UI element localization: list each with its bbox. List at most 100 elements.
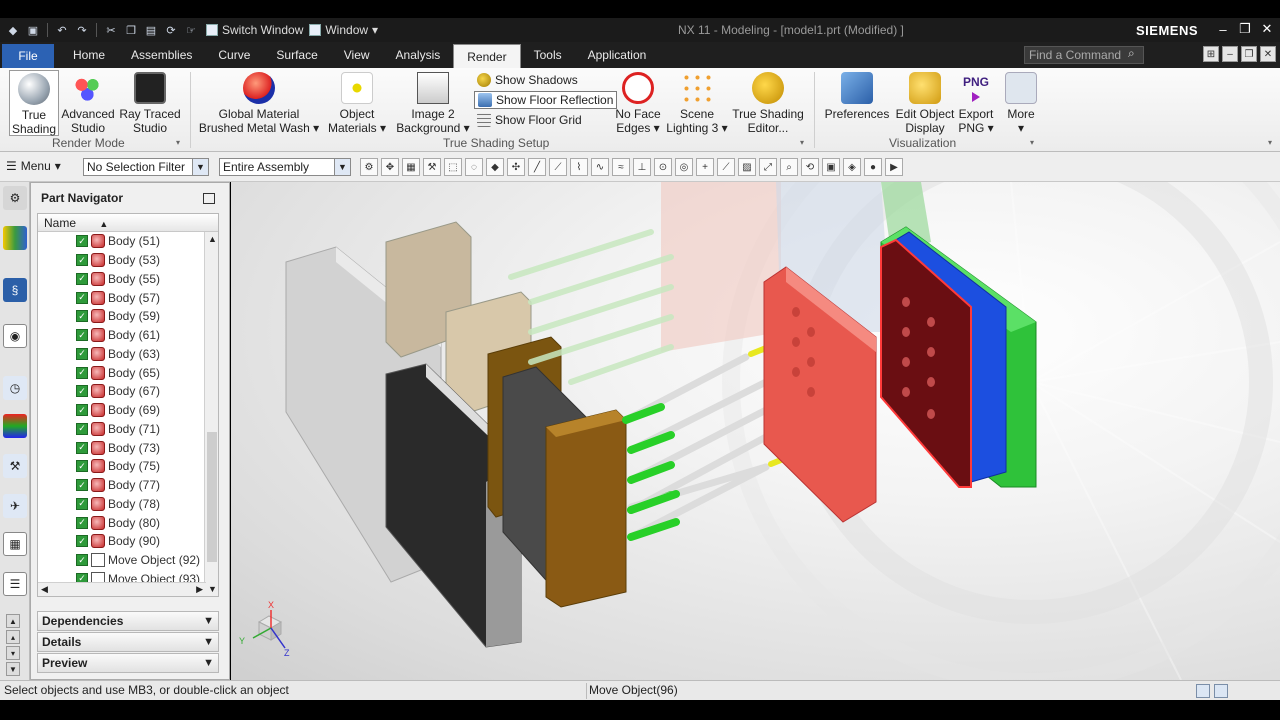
color-icon[interactable]: ●: [864, 158, 882, 176]
rotate-icon[interactable]: ⟲: [801, 158, 819, 176]
close-icon[interactable]: ✕: [1258, 20, 1276, 38]
scroll-right-icon[interactable]: ▶: [196, 584, 203, 595]
visibility-checkbox[interactable]: ✓: [76, 272, 88, 285]
feature-icon[interactable]: ⚒: [423, 158, 441, 176]
visibility-checkbox[interactable]: ✓: [76, 385, 88, 398]
control-point-icon[interactable]: ⌇: [570, 158, 588, 176]
save-icon[interactable]: ▣: [24, 22, 42, 38]
visibility-checkbox[interactable]: ✓: [76, 404, 88, 417]
tree-row[interactable]: ✓ Body (73): [38, 438, 218, 457]
redo-icon[interactable]: ↷: [73, 22, 91, 38]
tree-row[interactable]: ✓ Body (80): [38, 513, 218, 532]
export-png-button[interactable]: PNG Export PNG ▾: [956, 70, 996, 135]
tree-row[interactable]: ✓ Body (55): [38, 270, 218, 289]
render-style-icon[interactable]: ◈: [843, 158, 861, 176]
find-command-input[interactable]: Find a Command: [1024, 46, 1144, 64]
column-header-name[interactable]: Name ▲: [38, 214, 218, 232]
preview-panel[interactable]: Preview ▼: [37, 653, 219, 673]
tab-home[interactable]: Home: [60, 42, 118, 68]
visibility-checkbox[interactable]: ✓: [76, 347, 88, 360]
scroll-top-icon[interactable]: ▲: [6, 614, 20, 628]
tree-vertical-scrollbar[interactable]: ▲ ▼: [204, 232, 218, 596]
zoom-icon[interactable]: ⌕: [780, 158, 798, 176]
full-screen-icon[interactable]: [1196, 684, 1210, 698]
minimize-icon[interactable]: –: [1214, 20, 1232, 38]
visibility-checkbox[interactable]: ✓: [76, 291, 88, 304]
tab-surface[interactable]: Surface: [263, 42, 330, 68]
tree-row[interactable]: ✓ Body (67): [38, 382, 218, 401]
history-icon[interactable]: ◷: [3, 376, 27, 400]
global-material-button[interactable]: Global Material Brushed Metal Wash ▾: [198, 70, 320, 135]
visibility-checkbox[interactable]: ✓: [76, 235, 88, 248]
background-button[interactable]: Image 2 Background ▾: [396, 70, 470, 135]
visibility-checkbox[interactable]: ✓: [76, 254, 88, 267]
tree-row[interactable]: ✓ Body (78): [38, 495, 218, 514]
tree-row[interactable]: ✓ Body (75): [38, 457, 218, 476]
quadrant-point-icon[interactable]: ⊙: [654, 158, 672, 176]
touch-mode-icon[interactable]: ☞: [182, 22, 200, 38]
lasso-select-icon[interactable]: ◌: [465, 158, 483, 176]
tangent-point-icon[interactable]: ⊥: [633, 158, 651, 176]
hd3d-tools-icon[interactable]: ⚒: [3, 454, 27, 478]
tree-row[interactable]: ✓ Body (65): [38, 363, 218, 382]
file-tab[interactable]: File: [2, 44, 54, 68]
tree-row[interactable]: ✓ Body (51): [38, 232, 218, 251]
graphics-window[interactable]: X Y Z: [231, 182, 1280, 680]
mid-point-icon[interactable]: ⟋: [549, 158, 567, 176]
web-browser-icon[interactable]: ✈: [3, 494, 27, 518]
scroll-up-icon[interactable]: ▴: [6, 630, 20, 644]
tree-row[interactable]: ✓ Body (90): [38, 532, 218, 551]
menu-button[interactable]: ☰ Menu ▾: [6, 159, 61, 173]
rectangle-select-icon[interactable]: ⬚: [444, 158, 462, 176]
group-expand-icon[interactable]: ▾: [176, 138, 180, 147]
cut-icon[interactable]: ✂: [102, 22, 120, 38]
tab-application[interactable]: Application: [575, 42, 660, 68]
tree-row[interactable]: ✓ Body (77): [38, 476, 218, 495]
scroll-down-icon[interactable]: ▾: [6, 646, 20, 660]
orient-view-icon[interactable]: ▣: [822, 158, 840, 176]
no-face-edges-button[interactable]: No Face Edges ▾: [612, 70, 664, 135]
more-button[interactable]: More ▾: [1002, 70, 1040, 135]
visibility-checkbox[interactable]: ✓: [76, 554, 88, 567]
switch-window-button[interactable]: Switch Window: [206, 23, 303, 37]
search-icon[interactable]: ⌕: [1128, 46, 1135, 61]
tree-row[interactable]: ✓ Body (69): [38, 401, 218, 420]
visibility-checkbox[interactable]: ✓: [76, 422, 88, 435]
scene-lighting-button[interactable]: Scene Lighting 3 ▾: [666, 70, 728, 135]
visibility-checkbox[interactable]: ✓: [76, 366, 88, 379]
tab-analysis[interactable]: Analysis: [383, 42, 454, 68]
details-panel[interactable]: Details ▼: [37, 632, 219, 652]
doc-restore-icon[interactable]: ❐: [1241, 46, 1257, 62]
nx-logo-icon[interactable]: ◆: [4, 22, 22, 38]
roles-icon[interactable]: ☰: [3, 572, 27, 596]
visibility-checkbox[interactable]: ✓: [76, 329, 88, 342]
show-shadows-button[interactable]: Show Shadows: [474, 71, 581, 89]
window-menu-button[interactable]: Window ▾: [309, 23, 378, 37]
intersection-icon[interactable]: ∿: [591, 158, 609, 176]
visibility-checkbox[interactable]: ✓: [76, 497, 88, 510]
advanced-studio-button[interactable]: Advanced Studio: [61, 70, 115, 135]
copy-icon[interactable]: ❐: [122, 22, 140, 38]
assembly-navigator-icon[interactable]: [3, 226, 27, 250]
selection-filter-dropdown[interactable]: No Selection Filter ▼: [83, 158, 209, 176]
edit-object-display-button[interactable]: Edit Object Display: [894, 70, 956, 135]
maximize-icon[interactable]: ❐: [1236, 20, 1254, 38]
tab-tools[interactable]: Tools: [521, 42, 575, 68]
reuse-library-icon[interactable]: [3, 414, 27, 438]
deselect-icon[interactable]: ▦: [402, 158, 420, 176]
tree-row[interactable]: ✓ Move Object (92): [38, 551, 218, 570]
true-shading-button[interactable]: True Shading: [9, 70, 59, 136]
scroll-down-icon[interactable]: ▼: [208, 584, 217, 594]
visibility-checkbox[interactable]: ✓: [76, 535, 88, 548]
visibility-checkbox[interactable]: ✓: [76, 460, 88, 473]
group-expand-icon[interactable]: ▾: [1030, 138, 1034, 147]
tab-view[interactable]: View: [331, 42, 383, 68]
gear-icon[interactable]: ⚙: [3, 186, 27, 210]
true-shading-editor-button[interactable]: True Shading Editor...: [730, 70, 806, 135]
preferences-button[interactable]: Preferences: [822, 70, 892, 121]
doc-minimize-icon[interactable]: –: [1222, 46, 1238, 62]
scrollbar-thumb[interactable]: [207, 432, 217, 562]
tab-render[interactable]: Render: [453, 44, 521, 68]
layer-icon[interactable]: ▶: [885, 158, 903, 176]
tree-row[interactable]: ✓ Body (63): [38, 345, 218, 364]
